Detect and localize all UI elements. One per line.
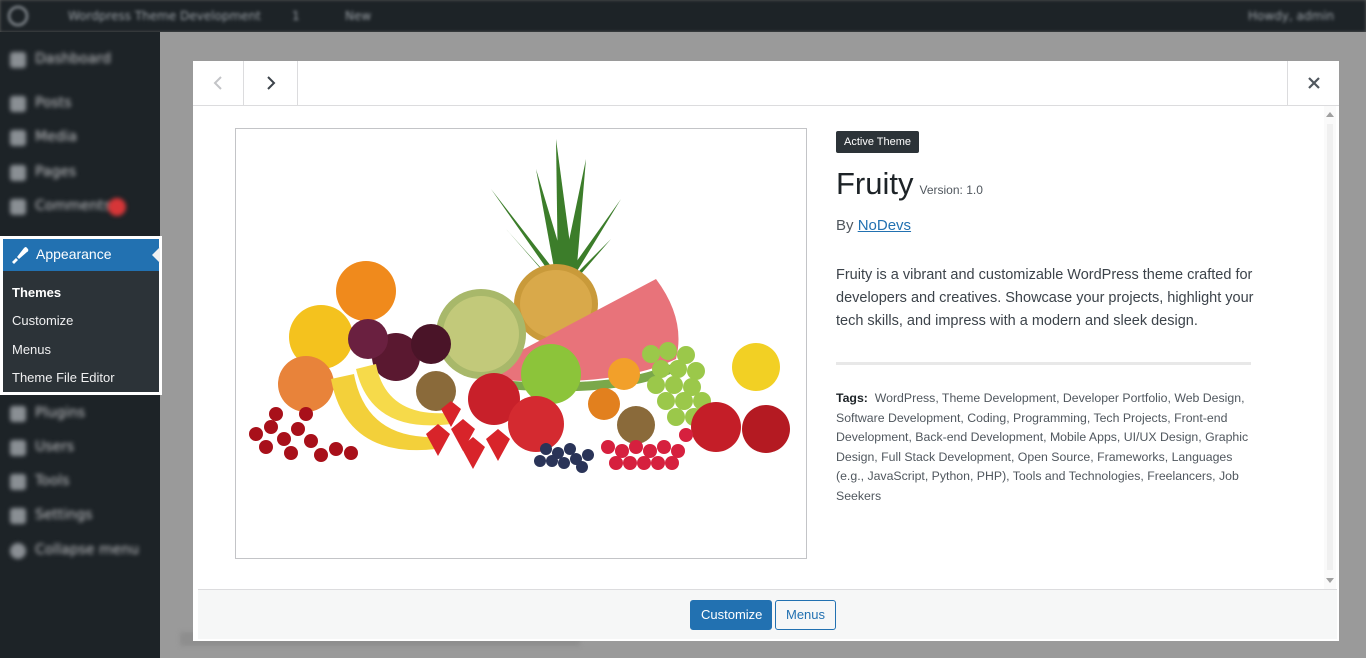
paintbrush-icon [12, 247, 29, 264]
users-icon [10, 440, 26, 456]
theme-author: By NoDevs [836, 217, 1256, 234]
chevron-right-icon [266, 76, 275, 90]
next-theme-button[interactable] [244, 61, 298, 105]
sidebar-item-pages[interactable]: Pages [0, 156, 160, 190]
user-greeting[interactable]: Howdy, admin [1248, 9, 1334, 23]
section-divider [836, 362, 1251, 365]
theme-screenshot [235, 128, 807, 559]
theme-info-panel: Active Theme Fruity Version: 1.0 By NoDev… [836, 130, 1256, 507]
theme-title: Fruity Version: 1.0 [836, 166, 1256, 202]
tags-list: WordPress, Theme Development, Developer … [836, 391, 1249, 503]
collapse-icon [10, 543, 26, 559]
sidebar-item-dashboard[interactable]: Dashboard [0, 43, 160, 77]
pin-icon [10, 96, 26, 112]
current-menu-pointer [152, 247, 160, 263]
sidebar-item-plugins[interactable]: Plugins [0, 397, 160, 431]
chevron-left-icon [213, 76, 222, 90]
sidebar-item-media[interactable]: Media [0, 121, 160, 155]
new-content-link[interactable]: New [345, 9, 371, 23]
tools-icon [10, 474, 26, 490]
tags-label: Tags: [836, 391, 868, 405]
active-theme-badge: Active Theme [836, 131, 920, 153]
customize-button[interactable]: Customize [690, 600, 772, 630]
scroll-down-arrow-icon[interactable] [1326, 578, 1334, 583]
sidebar-item-appearance[interactable]: Appearance [3, 239, 160, 271]
wordpress-logo-icon[interactable] [8, 6, 28, 26]
submenu-theme-file-editor[interactable]: Theme File Editor [12, 370, 115, 385]
sidebar-item-collapse[interactable]: Collapse menu [0, 534, 160, 568]
theme-tags: Tags: WordPress, Theme Development, Deve… [836, 389, 1256, 507]
submenu-customize[interactable]: Customize [12, 313, 73, 328]
comment-count-badge [108, 198, 126, 216]
sidebar-item-users[interactable]: Users [0, 431, 160, 465]
settings-icon [10, 508, 26, 524]
appearance-menu: Appearance Themes Customize Menus Theme … [0, 236, 162, 395]
menus-button[interactable]: Menus [775, 600, 836, 630]
previous-theme-button[interactable] [193, 61, 244, 105]
modal-footer: Customize Menus [198, 589, 1337, 639]
sidebar-item-settings[interactable]: Settings [0, 499, 160, 533]
sidebar-item-posts[interactable]: Posts [0, 87, 160, 121]
sidebar-item-tools[interactable]: Tools [0, 465, 160, 499]
admin-bar: Wordpress Theme Development 1 New Howdy,… [0, 0, 1366, 32]
theme-version: Version: 1.0 [919, 183, 983, 197]
scrollbar-track[interactable] [1327, 124, 1333, 570]
scroll-up-arrow-icon[interactable] [1326, 112, 1334, 117]
close-modal-button[interactable] [1287, 61, 1339, 105]
author-link[interactable]: NoDevs [858, 217, 911, 234]
site-name-link[interactable]: Wordpress Theme Development [68, 9, 261, 23]
media-icon [10, 130, 26, 146]
theme-description: Fruity is a vibrant and customizable Wor… [836, 267, 1254, 329]
sidebar-item-comments[interactable]: Comments [0, 190, 160, 224]
modal-body: Active Theme Fruity Version: 1.0 By NoDev… [193, 106, 1324, 589]
submenu-menus[interactable]: Menus [12, 342, 51, 357]
page-icon [10, 165, 26, 181]
updates-count[interactable]: 1 [292, 9, 300, 23]
dashboard-icon [10, 52, 26, 68]
theme-name: Fruity [836, 166, 914, 201]
plugin-icon [10, 406, 26, 422]
theme-details-modal: Active Theme Fruity Version: 1.0 By NoDev… [193, 61, 1339, 641]
fruit-illustration [249, 139, 790, 473]
close-icon [1307, 77, 1320, 89]
modal-header [193, 61, 1339, 106]
submenu-themes[interactable]: Themes [12, 285, 61, 300]
modal-scrollbar[interactable] [1324, 106, 1336, 589]
author-prefix: By [836, 217, 854, 234]
appearance-label: Appearance [36, 246, 112, 262]
comment-icon [10, 199, 26, 215]
